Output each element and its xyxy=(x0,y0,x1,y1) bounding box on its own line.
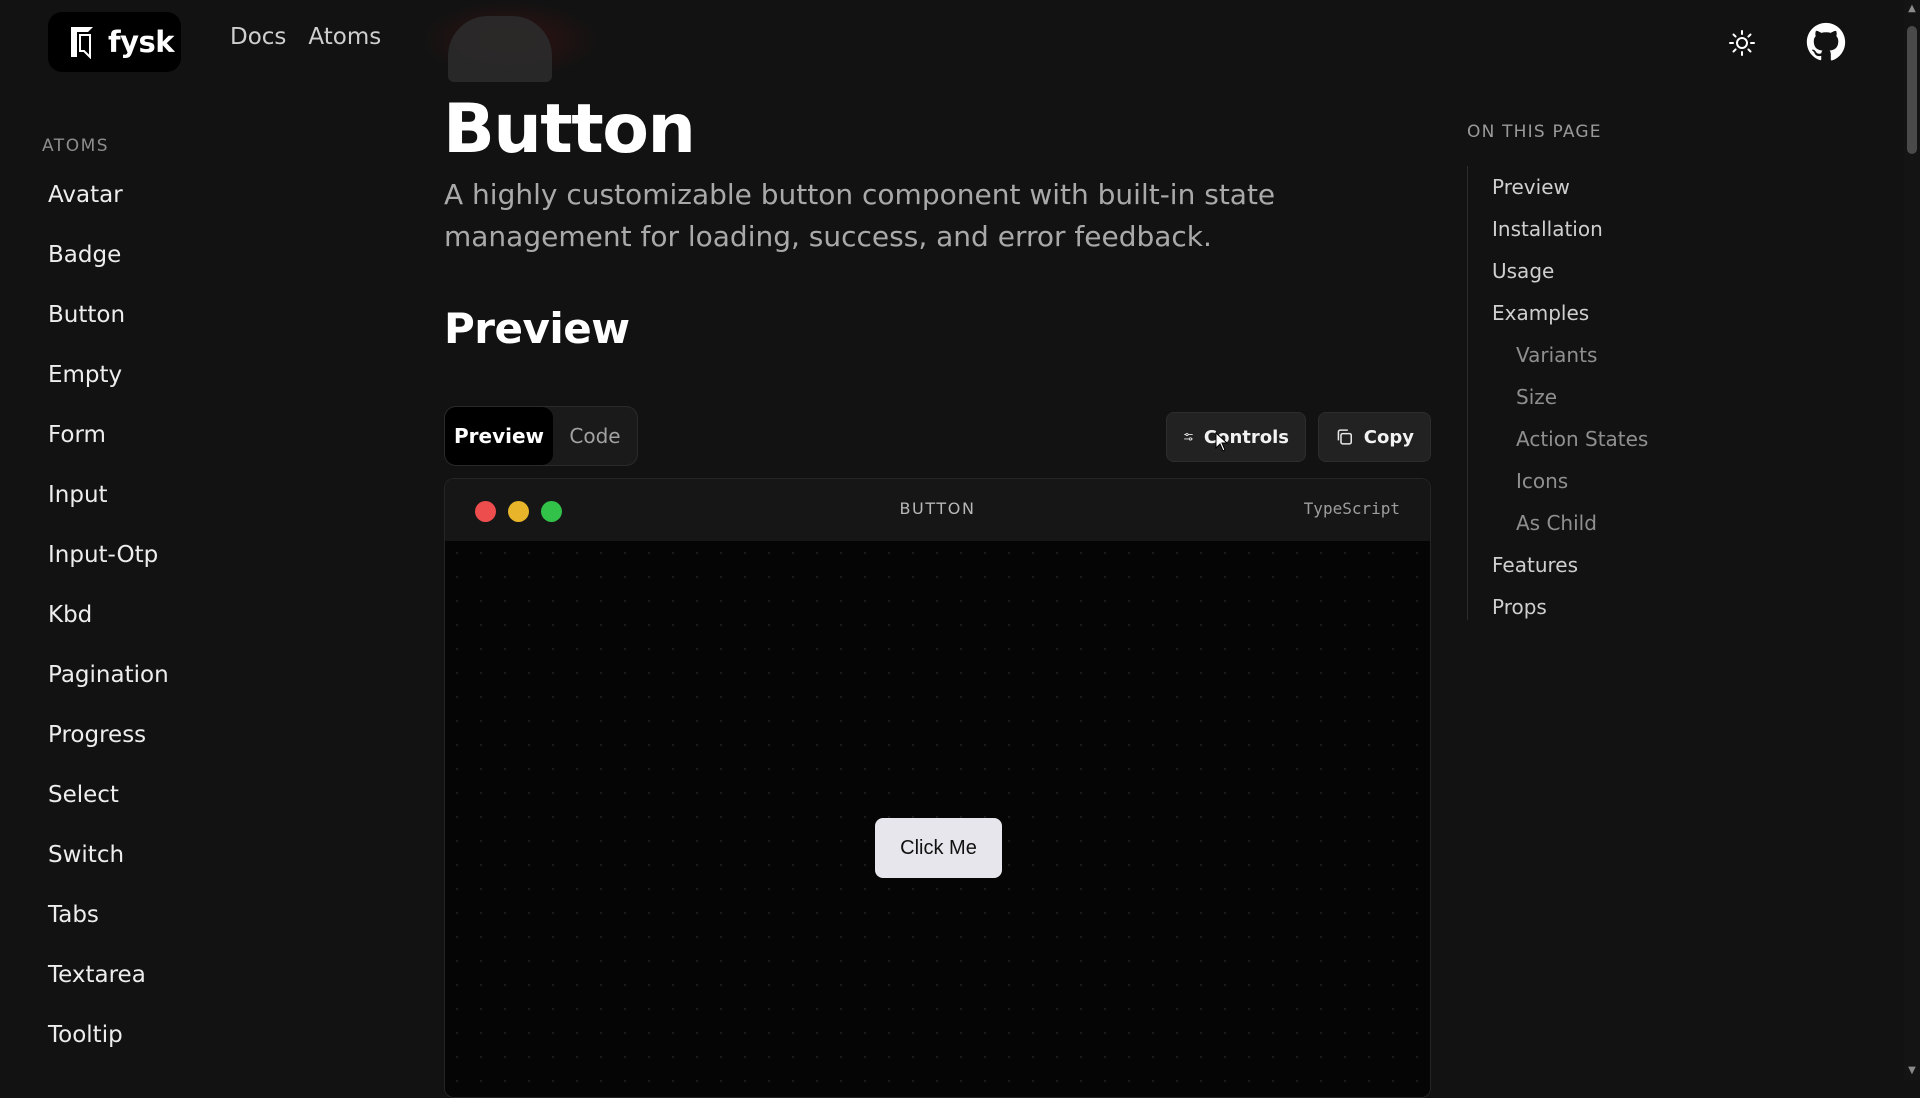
toc-item-icons[interactable]: Icons xyxy=(1468,460,1648,502)
sidebar-item-switch[interactable]: Switch xyxy=(48,838,169,898)
preview-canvas: Click Me xyxy=(445,541,1430,1097)
preview-code-tabs: Preview Code xyxy=(444,406,638,466)
toc-item-props[interactable]: Props xyxy=(1468,586,1648,628)
controls-button[interactable]: Controls xyxy=(1166,412,1306,462)
nav-link-atoms[interactable]: Atoms xyxy=(308,24,381,50)
nav-link-docs[interactable]: Docs xyxy=(230,24,286,50)
table-of-contents: Preview Installation Usage Examples Vari… xyxy=(1467,166,1648,620)
sidebar-item-empty[interactable]: Empty xyxy=(48,358,169,418)
sidebar-item-tooltip[interactable]: Tooltip xyxy=(48,1018,169,1078)
sidebar-item-avatar[interactable]: Avatar xyxy=(48,178,169,238)
github-icon[interactable] xyxy=(1806,22,1846,62)
tab-code[interactable]: Code xyxy=(553,407,637,465)
page-title: Button xyxy=(443,90,696,169)
preview-language-label: TypeScript xyxy=(1303,499,1400,518)
sidebar-item-textarea[interactable]: Textarea xyxy=(48,958,169,1018)
sidebar-item-progress[interactable]: Progress xyxy=(48,718,169,778)
sidebar-heading: ATOMS xyxy=(42,136,110,156)
page-scrollbar[interactable] xyxy=(1904,0,1920,1080)
toc-item-size[interactable]: Size xyxy=(1468,376,1648,418)
demo-click-me-button[interactable]: Click Me xyxy=(875,818,1002,878)
preview-window-titlebar: BUTTON TypeScript xyxy=(445,479,1430,542)
page-description: A highly customizable button component w… xyxy=(444,178,1276,253)
sidebar-item-tabs[interactable]: Tabs xyxy=(48,898,169,958)
preview-window: BUTTON TypeScript Click Me xyxy=(444,478,1431,1098)
toc-item-usage[interactable]: Usage xyxy=(1468,250,1648,292)
toc-item-as-child[interactable]: As Child xyxy=(1468,502,1648,544)
toc-item-preview[interactable]: Preview xyxy=(1468,166,1648,208)
sidebar-item-input-otp[interactable]: Input-Otp xyxy=(48,538,169,598)
sidebar-item-badge[interactable]: Badge xyxy=(48,238,169,298)
copy-icon xyxy=(1337,429,1353,445)
sidebar-item-form[interactable]: Form xyxy=(48,418,169,478)
scroll-up-arrow-icon[interactable]: ▲ xyxy=(1906,4,1918,14)
toc-item-action-states[interactable]: Action States xyxy=(1468,418,1648,460)
fysk-logo-icon xyxy=(71,27,93,59)
mouse-cursor-icon xyxy=(1215,432,1229,452)
toc-item-variants[interactable]: Variants xyxy=(1468,334,1648,376)
toc-heading: ON THIS PAGE xyxy=(1467,122,1602,142)
preview-window-title: BUTTON xyxy=(899,499,976,518)
toc-item-installation[interactable]: Installation xyxy=(1468,208,1648,250)
toc-item-features[interactable]: Features xyxy=(1468,544,1648,586)
tab-preview[interactable]: Preview xyxy=(445,407,553,465)
section-title-preview: Preview xyxy=(444,304,630,353)
sun-icon[interactable] xyxy=(1727,28,1757,58)
sliders-icon xyxy=(1184,432,1193,441)
sidebar-item-input[interactable]: Input xyxy=(48,478,169,538)
page-scrollbar-thumb[interactable] xyxy=(1907,26,1917,154)
brand-logo[interactable]: fysk xyxy=(48,12,181,72)
scroll-down-arrow-icon[interactable]: ▼ xyxy=(1906,1066,1918,1076)
header-decorative-shape xyxy=(448,16,552,82)
sidebar-item-button[interactable]: Button xyxy=(48,298,169,358)
brand-name: fysk xyxy=(108,25,175,59)
sidebar-list: Avatar Badge Button Empty Form Input Inp… xyxy=(48,178,169,1078)
copy-button[interactable]: Copy xyxy=(1318,412,1431,462)
toc-item-examples[interactable]: Examples xyxy=(1468,292,1648,334)
sidebar-item-pagination[interactable]: Pagination xyxy=(48,658,169,718)
copy-button-label: Copy xyxy=(1363,426,1414,448)
top-nav: Docs Atoms xyxy=(230,24,381,50)
sidebar-item-kbd[interactable]: Kbd xyxy=(48,598,169,658)
sidebar-item-select[interactable]: Select xyxy=(48,778,169,838)
